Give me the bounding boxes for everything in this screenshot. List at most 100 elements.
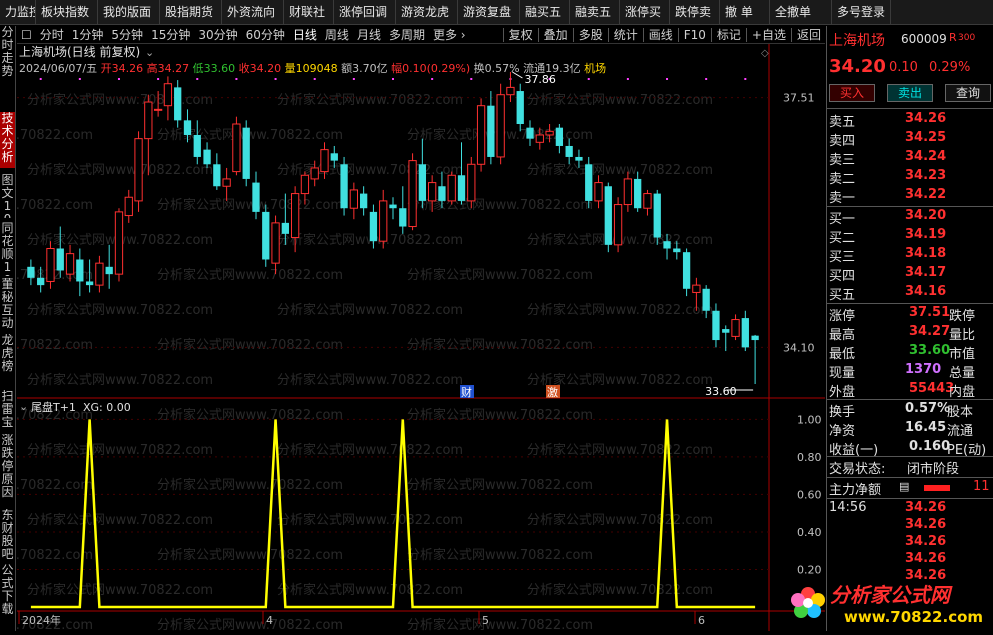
bid-row-2: 买三 34.18 bbox=[829, 246, 992, 265]
tool-button-8[interactable]: 返回 bbox=[793, 26, 825, 44]
period-toolbar: ☐ 分时 1分钟 5分钟 15分钟 30分钟 60分钟 日线 周线 月线 多周期 更多 › 复权 叠加 多股… bbox=[17, 26, 825, 44]
toolbar-button-8[interactable]: 游资复盘 bbox=[458, 0, 520, 24]
tool-button-2[interactable]: 多股 bbox=[575, 26, 607, 44]
sidebar-item-9[interactable]: 公式下载 bbox=[0, 564, 15, 624]
tool-button-0[interactable]: 复权 bbox=[505, 26, 537, 44]
toolbar-button-15[interactable]: 多号登录 bbox=[832, 0, 891, 24]
toolbar-button-3[interactable]: 股指期货 bbox=[160, 0, 222, 24]
tool-button-6[interactable]: 标记 bbox=[713, 26, 745, 44]
ask-row-1: 卖四 34.25 bbox=[829, 130, 992, 149]
candle-body-down bbox=[27, 266, 35, 278]
sidebar-item-4[interactable]: 董秘互动 bbox=[0, 278, 15, 330]
period-tab-10[interactable]: 更多 › bbox=[429, 26, 470, 44]
event-dot bbox=[78, 78, 81, 80]
candle-body-up bbox=[163, 83, 173, 107]
tool-button-7[interactable]: +自选 bbox=[748, 26, 790, 44]
toolbar-button-1[interactable]: 板块指数 bbox=[36, 0, 98, 24]
indicator-tick-label: 0.20 bbox=[797, 563, 822, 576]
x-tick-label: 4 bbox=[266, 614, 273, 627]
sidebar-item-1[interactable]: 技术分析 bbox=[0, 112, 15, 168]
watermark-text: 分析家公式网www.70822.com bbox=[407, 407, 593, 423]
tick-price: 34.26 bbox=[905, 517, 947, 532]
period-tab-9[interactable]: 多周期 bbox=[385, 26, 429, 44]
ask-price: 34.25 bbox=[905, 130, 947, 145]
candle-body-up bbox=[349, 189, 358, 209]
collapse-icon[interactable]: ⌄ bbox=[145, 46, 154, 59]
x-tick-label: 5 bbox=[482, 614, 489, 627]
sidebar-item-3[interactable]: 同花顺10 bbox=[0, 222, 15, 276]
period-tab-0[interactable]: 分时 bbox=[36, 26, 68, 44]
tool-button-4[interactable]: 画线 bbox=[645, 26, 677, 44]
bid-price: 34.17 bbox=[905, 265, 947, 280]
candle-body-down bbox=[604, 186, 612, 245]
watermark-text: 分析家公式网www.70822.com bbox=[527, 302, 713, 318]
period-tab-2[interactable]: 5分钟 bbox=[107, 26, 147, 44]
period-tab-8[interactable]: 月线 bbox=[353, 26, 385, 44]
event-dot bbox=[196, 78, 199, 80]
sidebar-item-8[interactable]: 东财股吧 bbox=[0, 509, 15, 561]
toolbar-button-13[interactable]: 撤 单 bbox=[720, 0, 770, 24]
stat-value: 37.51 bbox=[909, 305, 951, 320]
toolbar-button-2[interactable]: 我的版面 bbox=[98, 0, 160, 24]
candle-body-up bbox=[692, 284, 701, 293]
tool-button-3[interactable]: 统计 bbox=[610, 26, 642, 44]
sidebar-item-5[interactable]: 龙虎榜 bbox=[0, 334, 15, 386]
toolbar-button-14[interactable]: 全撤单 bbox=[770, 0, 832, 24]
sidebar-item-7[interactable]: 涨跌停原因 bbox=[0, 434, 15, 506]
stat2-label-2: 股本 bbox=[947, 405, 974, 420]
candle-body-up bbox=[95, 262, 104, 286]
marker-cai[interactable]: 财 bbox=[461, 385, 472, 399]
candle-body-up bbox=[613, 204, 623, 246]
sidebar-item-0[interactable]: 分时走势 bbox=[0, 26, 15, 82]
bid-price: 34.18 bbox=[905, 246, 947, 261]
sell-button[interactable]: 卖出 bbox=[887, 84, 933, 102]
stat2-value: 0.160 bbox=[909, 439, 951, 454]
event-dot bbox=[235, 78, 238, 80]
period-tab-5[interactable]: 60分钟 bbox=[242, 26, 289, 44]
candle-body-up bbox=[447, 174, 456, 202]
info-field: 机场 bbox=[584, 61, 606, 75]
toolbar-button-12[interactable]: 跌停卖 bbox=[670, 0, 720, 24]
marker-ji[interactable]: 激 bbox=[547, 385, 558, 399]
stat-label: 现量 bbox=[829, 366, 856, 381]
tool-button-1[interactable]: 叠加 bbox=[540, 26, 572, 44]
buy-button[interactable]: 买入 bbox=[829, 84, 875, 102]
tool-separator bbox=[572, 27, 574, 42]
toolbar-button-7[interactable]: 游资龙虎 bbox=[396, 0, 458, 24]
bid-label: 买一 bbox=[829, 212, 856, 227]
toolbar-button-6[interactable]: 涨停回调 bbox=[334, 0, 396, 24]
candle-body-down bbox=[242, 127, 250, 179]
tool-separator bbox=[745, 27, 747, 42]
period-tab-7[interactable]: 周线 bbox=[321, 26, 353, 44]
period-tab-3[interactable]: 15分钟 bbox=[147, 26, 194, 44]
stat-row-4: 外盘 55443 内盘 bbox=[829, 381, 992, 400]
stat-row-1: 最高 34.27 量比 bbox=[829, 324, 992, 343]
watermark-layer: 分析家公式网www.70822.com 分析家公式网www.70822.com 分析… bbox=[17, 92, 713, 631]
tool-button-5[interactable]: F10 bbox=[680, 26, 710, 44]
period-tab-4[interactable]: 30分钟 bbox=[194, 26, 241, 44]
main-net-label: 主力净额 bbox=[829, 483, 882, 498]
event-dot bbox=[117, 78, 120, 80]
checkbox-icon[interactable]: ☐ bbox=[17, 26, 36, 44]
watermark-text: 分析家公式网www.70822.com bbox=[157, 547, 343, 563]
stat2-label: 净资 bbox=[829, 424, 856, 439]
stat-value: 55443 bbox=[909, 381, 955, 396]
period-tab-1[interactable]: 1分钟 bbox=[68, 26, 108, 44]
toolbar-button-10[interactable]: 融卖五 bbox=[570, 0, 620, 24]
toolbar-button-11[interactable]: 涨停买 bbox=[620, 0, 670, 24]
sidebar-item-2[interactable]: 图文10 bbox=[0, 174, 15, 218]
info-field: 额 bbox=[341, 62, 352, 75]
indicator-collapse-icon[interactable]: ⌄ bbox=[19, 400, 28, 413]
toolbar-button-4[interactable]: 外资流向 bbox=[222, 0, 284, 24]
query-button[interactable]: 查询 bbox=[945, 84, 991, 102]
toolbar-button-5[interactable]: 财联社 bbox=[284, 0, 334, 24]
candle-body-down bbox=[653, 193, 661, 238]
panel-divider bbox=[827, 456, 993, 457]
candle-body-up bbox=[408, 160, 417, 228]
sidebar-item-6[interactable]: 扫雷宝 bbox=[0, 390, 15, 432]
toolbar-button-0[interactable]: 力监控 bbox=[0, 0, 36, 24]
panel-divider bbox=[827, 303, 993, 304]
toolbar-button-9[interactable]: 融买五 bbox=[520, 0, 570, 24]
candle-body-up bbox=[545, 130, 554, 136]
period-tab-6[interactable]: 日线 bbox=[289, 26, 321, 44]
